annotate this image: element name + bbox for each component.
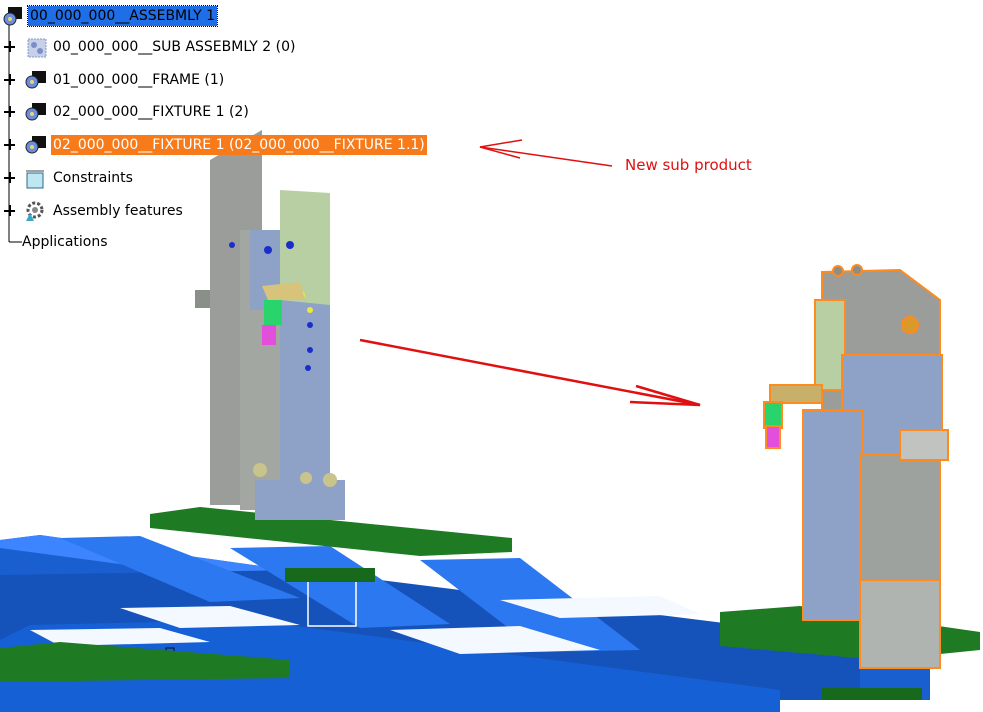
constraints-icon: [24, 168, 44, 189]
gear-icon: [24, 201, 44, 221]
tree-item-label[interactable]: Assembly features: [51, 201, 185, 221]
annotation-label: New sub product: [625, 156, 752, 174]
expand-icon[interactable]: [4, 74, 15, 85]
annotation-arrow-large: [359, 338, 701, 407]
tree-item-label[interactable]: 02_000_000__FIXTURE 1 (2): [51, 102, 251, 122]
component-icon: [26, 37, 47, 58]
expand-icon[interactable]: [4, 172, 15, 183]
expand-icon[interactable]: [4, 139, 15, 150]
product-icon: [2, 6, 22, 26]
tree-item-label-highlighted[interactable]: 02_000_000__FIXTURE 1 (02_000_000__FIXTU…: [51, 135, 427, 155]
tree-item-label[interactable]: 00_000_000__SUB ASSEBMLY 2 (0): [51, 37, 297, 57]
tree-root-label[interactable]: 00_000_000__ASSEBMLY 1: [27, 5, 218, 27]
expand-icon[interactable]: [4, 205, 15, 216]
expand-icon[interactable]: [4, 41, 15, 52]
product-icon: [24, 135, 46, 155]
product-icon: [24, 70, 46, 90]
product-icon: [24, 102, 46, 122]
specification-tree[interactable]: 00_000_000__ASSEBMLY 1 00_000_000__SUB A…: [0, 0, 520, 260]
expand-icon[interactable]: [4, 106, 15, 117]
tree-item-label[interactable]: Applications: [20, 232, 110, 252]
tree-item-label[interactable]: 01_000_000__FRAME (1): [51, 70, 226, 90]
tree-item-label[interactable]: Constraints: [51, 168, 135, 188]
